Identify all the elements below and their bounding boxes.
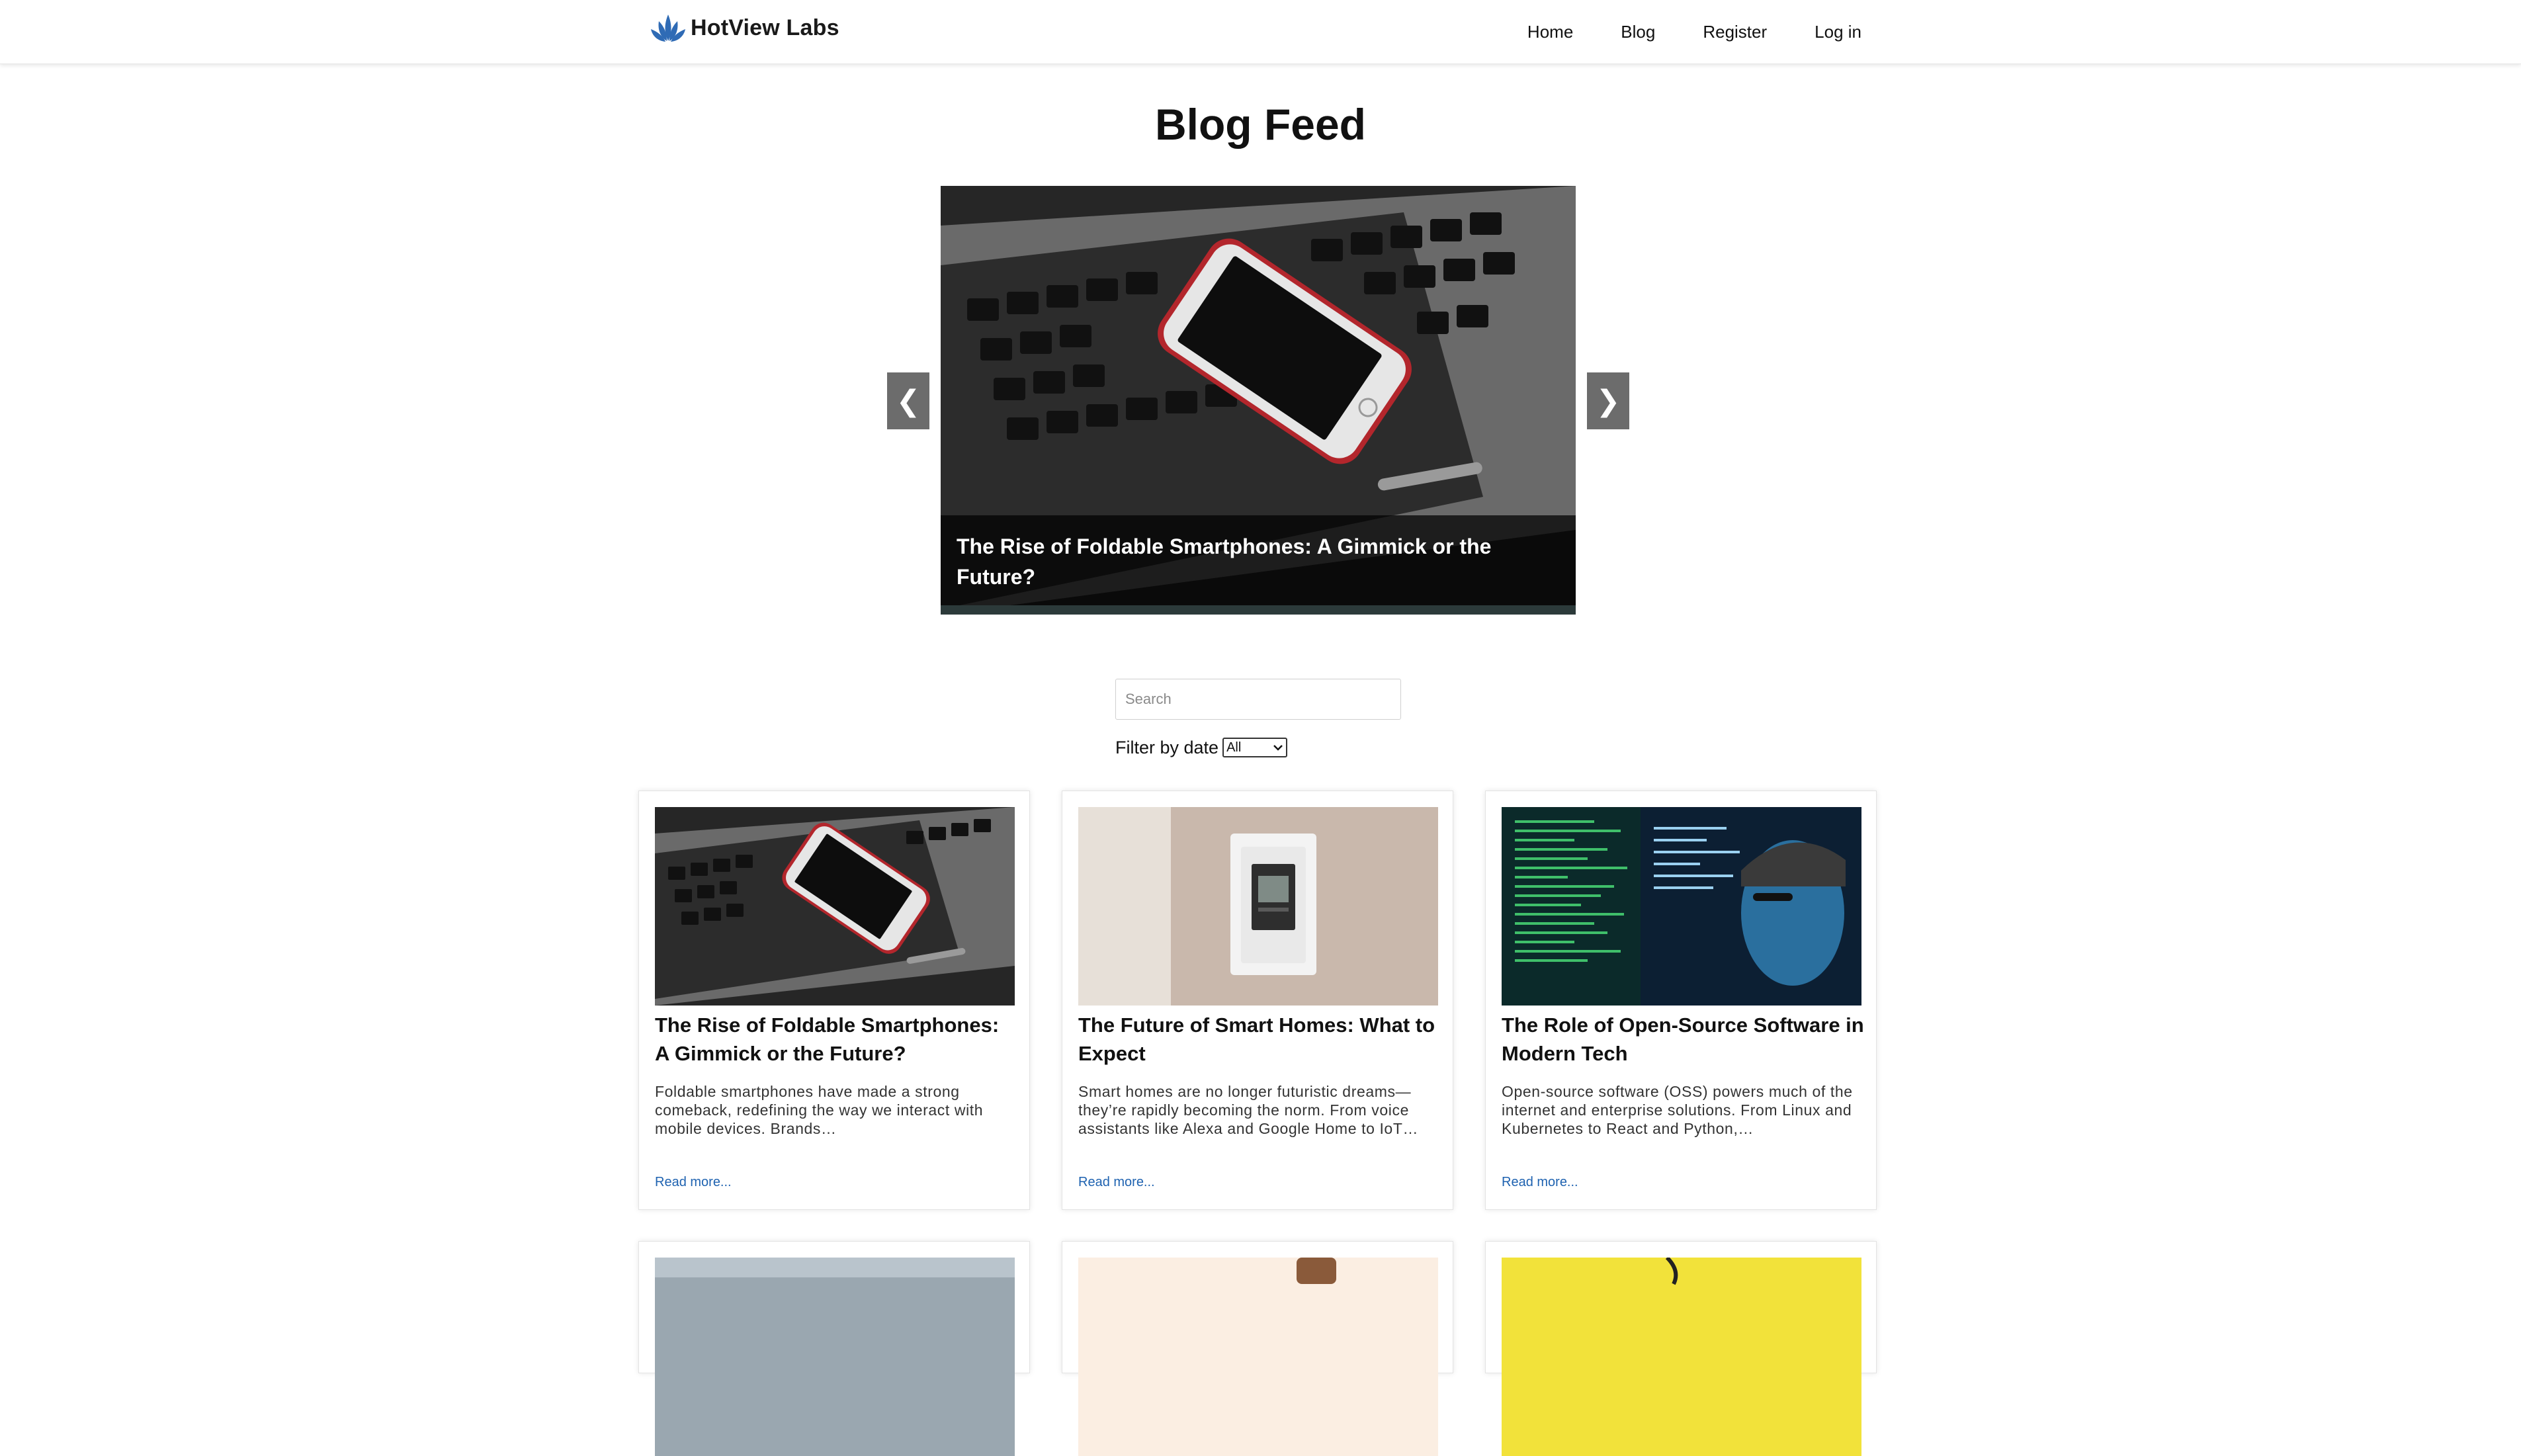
- brand-logo[interactable]: HotView Labs: [648, 8, 839, 48]
- read-more-link[interactable]: Read more...: [655, 1175, 732, 1190]
- post-title[interactable]: The Rise of Foldable Smartphones: A Gimm…: [655, 1011, 1017, 1068]
- read-more-link[interactable]: Read more...: [1078, 1175, 1155, 1190]
- post-card[interactable]: [1485, 1241, 1877, 1456]
- chevron-right-icon: ❯: [1596, 384, 1621, 417]
- post-thumbnail-phone-laptop: [655, 807, 1015, 1006]
- carousel-prev-button[interactable]: ❮: [887, 372, 929, 429]
- post-thumbnail-landscape: [655, 1258, 1015, 1456]
- post-excerpt: Open-source software (OSS) powers much o…: [1502, 1083, 1853, 1137]
- nav-home-link[interactable]: Home: [1527, 22, 1573, 42]
- brand-name: HotView Labs: [691, 15, 839, 40]
- carousel-indicator-bar: [941, 605, 1576, 615]
- featured-carousel[interactable]: The Rise of Foldable Smartphones: A Gimm…: [941, 186, 1576, 615]
- post-thumbnail-yellow-cable: [1502, 1258, 1861, 1456]
- nav-login-link[interactable]: Log in: [1815, 22, 1861, 42]
- chevron-down-icon: [1273, 745, 1283, 751]
- post-card[interactable]: The Role of Open-Source Software in Mode…: [1485, 791, 1877, 1210]
- carousel-next-button[interactable]: ❯: [1587, 372, 1629, 429]
- page-title: Blog Feed: [1154, 100, 1366, 149]
- date-filter: Filter by date All: [1115, 736, 1288, 759]
- date-filter-select[interactable]: All: [1222, 738, 1288, 757]
- post-thumbnail-thermostat: [1078, 807, 1438, 1006]
- main-nav: Home Blog Register Log in: [1480, 0, 1861, 64]
- post-title[interactable]: The Role of Open-Source Software in Mode…: [1502, 1011, 1864, 1068]
- chevron-left-icon: ❮: [896, 384, 921, 417]
- post-card[interactable]: The Future of Smart Homes: What to Expec…: [1062, 791, 1453, 1210]
- post-excerpt: Foldable smartphones have made a strong …: [655, 1083, 984, 1137]
- carousel-caption[interactable]: The Rise of Foldable Smartphones: A Gimm…: [941, 515, 1576, 605]
- search-input[interactable]: [1115, 679, 1401, 720]
- nav-register-link[interactable]: Register: [1703, 22, 1767, 42]
- post-title[interactable]: The Future of Smart Homes: What to Expec…: [1078, 1011, 1441, 1068]
- lotus-logo-icon: [651, 15, 685, 42]
- read-more-link[interactable]: Read more...: [1502, 1175, 1578, 1190]
- filter-label: Filter by date: [1115, 737, 1219, 757]
- post-thumbnail-programmer: [1502, 807, 1861, 1006]
- post-card[interactable]: [1062, 1241, 1453, 1456]
- date-filter-value: All: [1226, 740, 1242, 755]
- post-thumbnail-vr-headset: [1078, 1258, 1438, 1456]
- post-excerpt: Smart homes are no longer futuristic dre…: [1078, 1083, 1419, 1137]
- nav-blog-link[interactable]: Blog: [1621, 22, 1655, 42]
- post-card[interactable]: [638, 1241, 1030, 1456]
- post-card[interactable]: The Rise of Foldable Smartphones: A Gimm…: [638, 791, 1030, 1210]
- navbar: HotView Labs Home Blog Register Log in: [0, 0, 2521, 64]
